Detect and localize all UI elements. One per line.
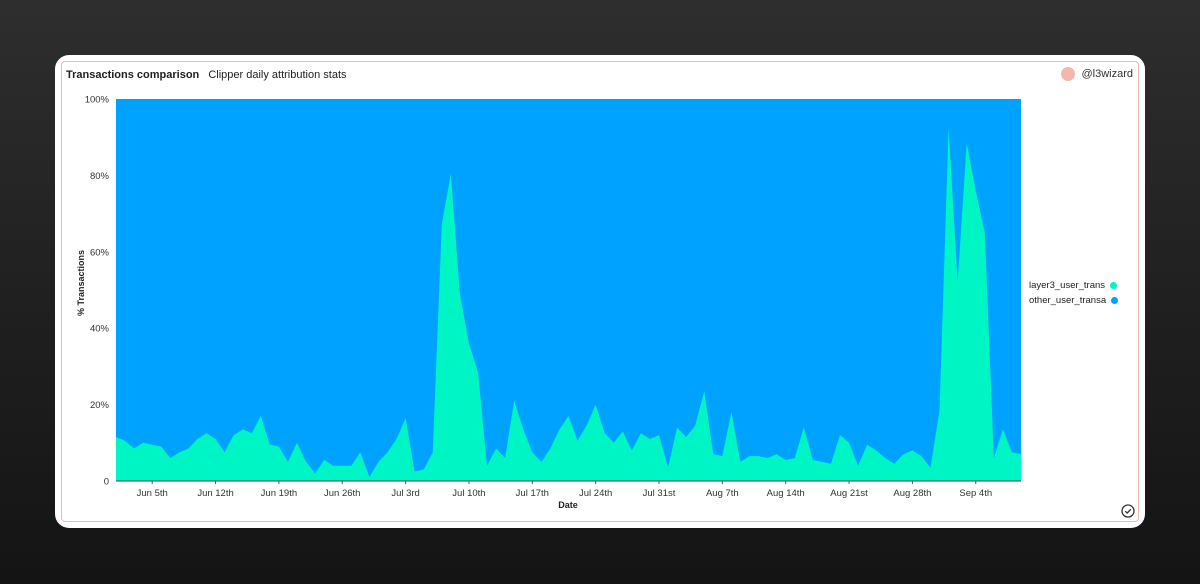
x-tick-label: Sep 4th: [959, 488, 992, 499]
x-tick-label: Aug 7th: [706, 488, 739, 499]
x-tick-label: Jun 19th: [261, 488, 297, 499]
chart-card: Transactions comparison Clipper daily at…: [55, 55, 1145, 528]
legend-swatch: [1110, 282, 1118, 289]
x-axis-label: Date: [558, 500, 578, 510]
plot-area: [116, 99, 1021, 482]
x-tick-label: Aug 21st: [830, 488, 868, 499]
y-axis-label: % Transactions: [76, 250, 86, 316]
x-tick-label: Jul 10th: [452, 488, 485, 499]
x-tick-label: Jul 31st: [643, 488, 676, 499]
x-tick-label: Jun 26th: [324, 488, 360, 499]
x-tick-label: Aug 28th: [893, 488, 931, 499]
x-tick-label: Aug 14th: [767, 488, 805, 499]
y-tick-label: 60%: [90, 247, 110, 258]
legend-swatch: [1111, 297, 1119, 304]
legend-item-layer3[interactable]: layer3_user_trans: [1029, 278, 1118, 293]
y-tick-label: 0: [104, 477, 109, 488]
x-tick-label: Jul 24th: [579, 488, 612, 499]
legend-label: layer3_user_trans: [1029, 280, 1106, 291]
y-axis: 0 20% 40% 60% 80% 100%: [85, 95, 110, 488]
x-tick-label: Jun 5th: [137, 488, 168, 499]
legend-label: other_user_transa: [1029, 295, 1107, 306]
x-axis: Jun 5th Jun 12th Jun 19th Jun 26th Jul 3rd Ju…: [137, 481, 992, 499]
y-tick-label: 100%: [85, 95, 110, 106]
y-tick-label: 80%: [90, 171, 110, 182]
area-chart: 0 20% 40% 60% 80% 100% Jun 5th Jun 12th Jun 19t…: [76, 95, 1021, 510]
y-tick-label: 40%: [90, 324, 110, 335]
x-tick-label: Jun 12th: [197, 488, 233, 499]
check-circle-icon[interactable]: [1121, 504, 1135, 518]
legend-item-other[interactable]: other_user_transa: [1029, 293, 1119, 308]
x-tick-label: Jul 17th: [516, 488, 549, 499]
y-tick-label: 20%: [90, 400, 110, 411]
x-tick-label: Jul 3rd: [391, 488, 420, 499]
chart-legend: layer3_user_trans other_user_transa: [1029, 278, 1119, 308]
